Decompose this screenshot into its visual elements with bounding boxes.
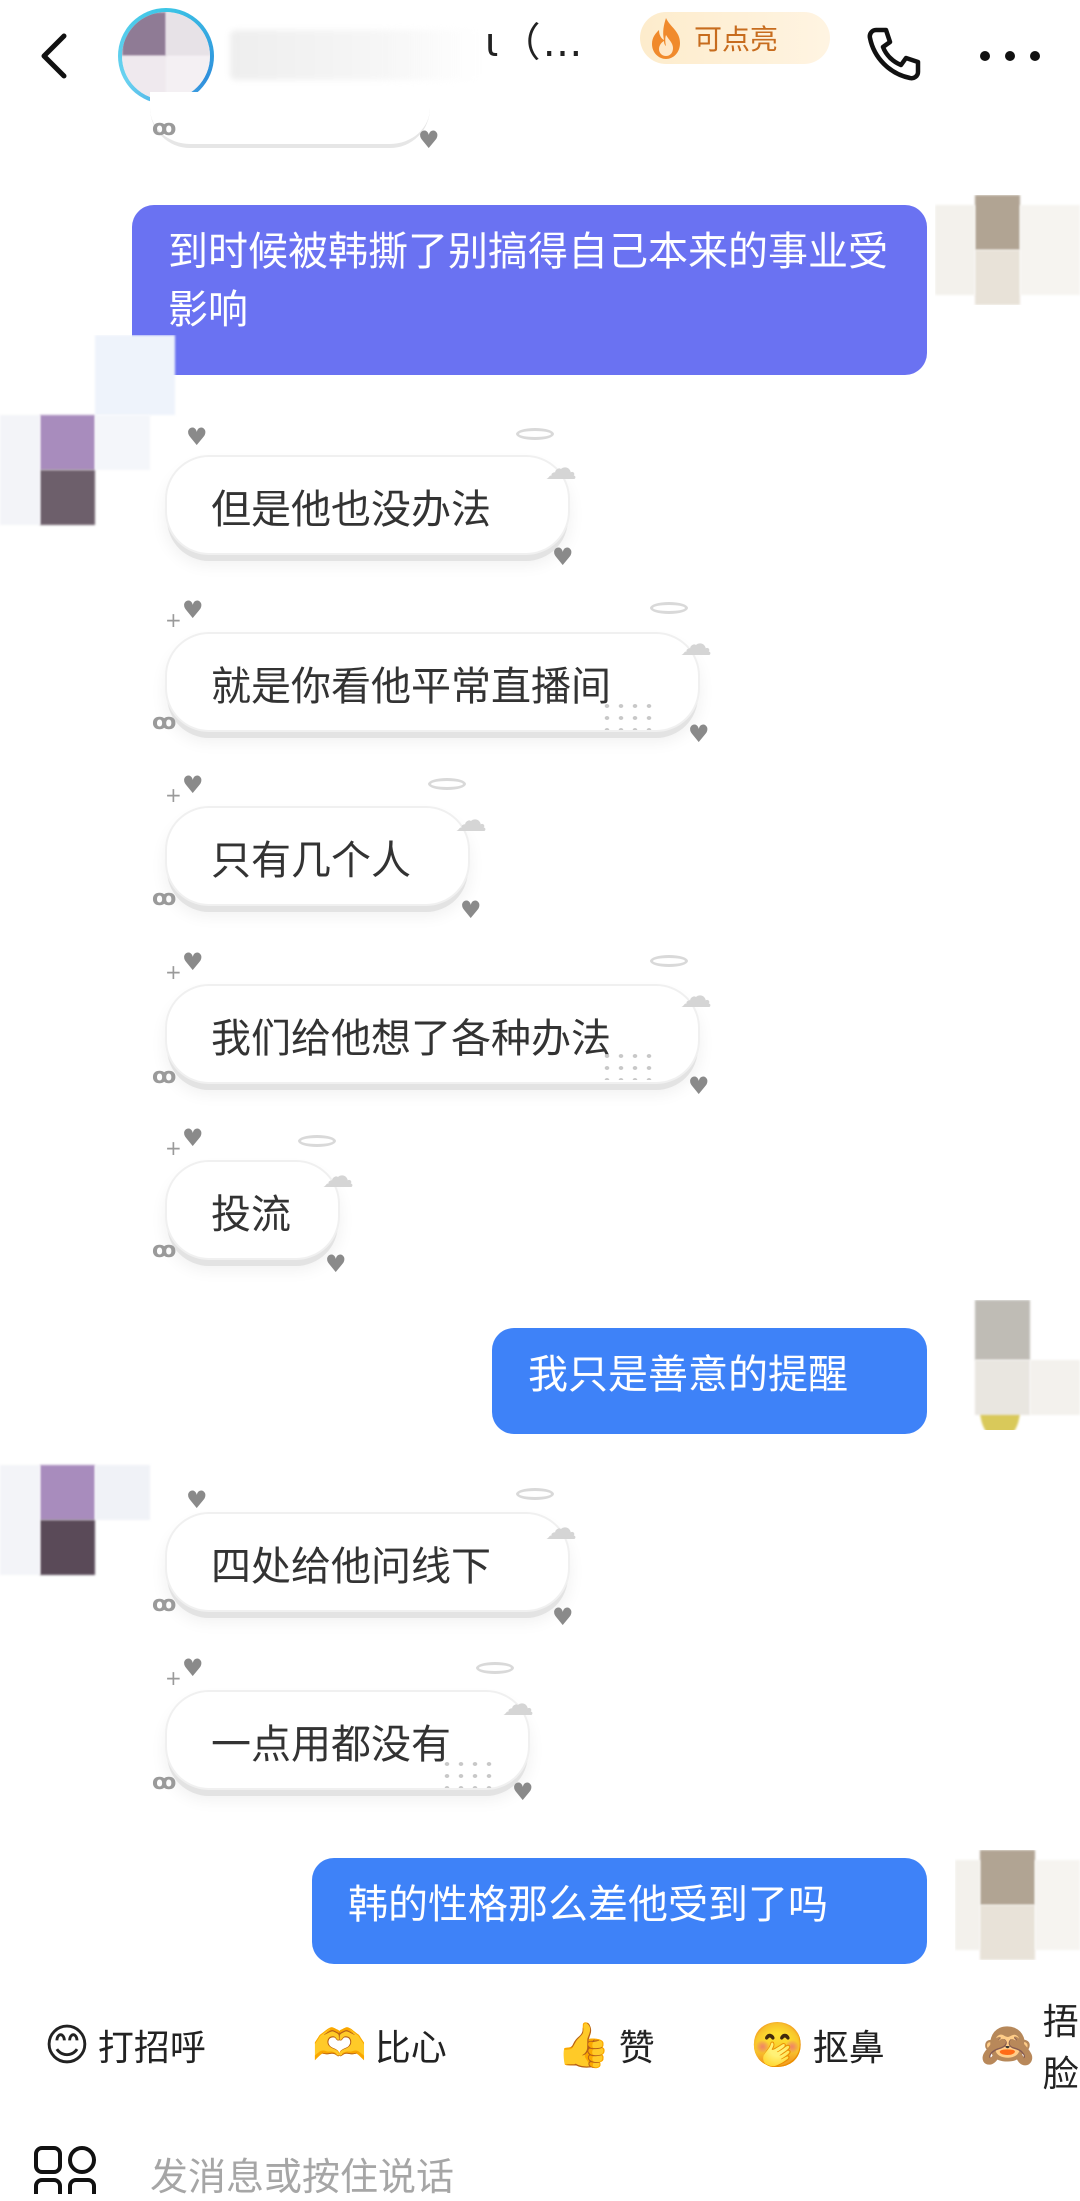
heart-decoration: ♥ — [552, 543, 574, 571]
bow-decoration: ꝏ — [152, 1064, 177, 1089]
heart-decoration: ♥ — [325, 1250, 347, 1278]
incoming-message[interactable]: 只有几个人 — [165, 806, 470, 906]
facepalm-icon: 🙈 — [980, 2020, 1035, 2071]
heart-decoration: ♥ — [688, 1072, 710, 1100]
dots-decoration — [600, 1050, 660, 1080]
heart-decoration: ♥ — [182, 1124, 204, 1152]
contact-name-mosaic — [230, 30, 480, 80]
dots-decoration — [440, 1758, 500, 1788]
quick-reply-bar: 😊 打招呼 🫶 比心 👍 赞 🤭 抠鼻 🙈 捂脸 — [0, 1975, 1080, 2105]
outgoing-message[interactable]: 我只是善意的提醒 — [492, 1328, 927, 1434]
apps-icon[interactable] — [32, 2144, 102, 2194]
dots-decoration — [600, 700, 660, 730]
quick-reply-facepalm[interactable]: 🙈 捂脸 — [980, 2002, 1080, 2095]
wing-decoration: ☁ — [680, 625, 712, 663]
incoming-message[interactable]: 但是他也没办法 — [165, 455, 570, 555]
bow-decoration: ꝏ — [152, 116, 177, 141]
heart-decoration: ♥ — [182, 596, 204, 624]
message-text: 只有几个人 — [211, 838, 411, 884]
halo-decoration — [516, 1488, 554, 1500]
contact-name[interactable]: ɩ（… — [485, 10, 585, 68]
bow-decoration: ꝏ — [152, 1592, 177, 1617]
quick-reply-like[interactable]: 👍 赞 — [556, 2015, 655, 2075]
message-text: 我只是善意的提醒 — [528, 1352, 848, 1398]
bow-decoration: ꝏ — [152, 886, 177, 911]
halo-decoration — [650, 955, 688, 967]
halo-decoration — [516, 428, 554, 440]
contact-avatar-left[interactable] — [0, 1455, 180, 1585]
heart-hands-icon: 🫶 — [312, 2020, 367, 2071]
message-text: 四处给他问线下 — [211, 1544, 491, 1590]
plus-decoration: + — [165, 960, 182, 984]
contact-avatar[interactable] — [118, 8, 214, 104]
heart-decoration: ♥ — [182, 771, 204, 799]
more-icon[interactable] — [980, 48, 1040, 64]
fire-icon — [652, 18, 680, 59]
heart-decoration: ♥ — [182, 948, 204, 976]
message-text: 韩的性格那么差他受到了吗 — [348, 1882, 828, 1928]
quick-reply-label: 打招呼 — [97, 2028, 206, 2069]
quick-reply-label: 比心 — [374, 2028, 447, 2069]
wing-decoration: ☁ — [680, 977, 712, 1015]
bow-decoration: ꝏ — [152, 1238, 177, 1263]
phone-icon[interactable] — [862, 22, 926, 86]
quick-reply-label: 抠鼻 — [812, 2028, 885, 2069]
bow-decoration: ꝏ — [152, 1770, 177, 1795]
wing-decoration: ☁ — [502, 1685, 534, 1723]
outgoing-message[interactable]: 到时候被韩撕了别搞得自己本来的事业受影响 — [132, 205, 927, 375]
heart-decoration: ♥ — [460, 896, 482, 924]
heart-decoration: ♥ — [512, 1778, 534, 1806]
heart-decoration: ♥ — [418, 126, 440, 154]
outgoing-message[interactable]: 韩的性格那么差他受到了吗 — [312, 1858, 927, 1964]
heart-decoration: ♥ — [688, 720, 710, 748]
smile-wave-icon: 😊 — [44, 2019, 90, 2071]
pick-nose-icon: 🤭 — [750, 2020, 805, 2071]
message-text: 一点用都没有 — [211, 1722, 451, 1768]
halo-decoration — [476, 1662, 514, 1674]
wing-decoration: ☁ — [322, 1157, 354, 1195]
halo-decoration — [650, 602, 688, 614]
message-text: 我们给他想了各种办法 — [211, 1016, 611, 1062]
bow-decoration: ꝏ — [152, 710, 177, 735]
message-text: 投流 — [211, 1192, 291, 1238]
light-up-badge[interactable]: 可点亮 — [640, 12, 830, 64]
light-up-label: 可点亮 — [694, 23, 779, 56]
message-input[interactable]: 发消息或按住说话 — [150, 2146, 454, 2201]
incoming-message[interactable]: 投流 — [165, 1160, 340, 1260]
halo-decoration — [298, 1135, 336, 1147]
message-text: 到时候被韩撕了别搞得自己本来的事业受影响 — [168, 229, 888, 333]
my-avatar[interactable] — [935, 195, 1080, 305]
wing-decoration: ☁ — [455, 801, 487, 839]
wing-decoration: ☁ — [545, 449, 577, 487]
heart-decoration: ♥ — [182, 1654, 204, 1682]
back-icon[interactable] — [30, 28, 80, 84]
message-text: 就是你看他平常直播间 — [211, 664, 611, 710]
heart-decoration: ♥ — [186, 423, 208, 451]
input-row: 发消息或按住说话 — [0, 2120, 1080, 2199]
plus-decoration: + — [165, 1136, 182, 1160]
quick-reply-pick-nose[interactable]: 🤭 抠鼻 — [750, 2015, 885, 2075]
quick-reply-label: 赞 — [618, 2028, 655, 2069]
heart-decoration: ♥ — [552, 1603, 574, 1631]
plus-decoration: + — [165, 608, 182, 632]
quick-reply-greet[interactable]: 😊 打招呼 — [44, 2015, 206, 2075]
contact-avatar-left[interactable] — [0, 335, 180, 535]
my-avatar[interactable] — [955, 1850, 1080, 1960]
thumbs-up-icon: 👍 — [556, 2020, 611, 2071]
quick-reply-label: 捂脸 — [1042, 2002, 1079, 2095]
heart-decoration: ♥ — [186, 1486, 208, 1514]
partial-message-bubble — [150, 92, 430, 148]
plus-decoration: + — [165, 783, 182, 807]
wing-decoration: ☁ — [545, 1509, 577, 1547]
incoming-message[interactable]: 四处给他问线下 — [165, 1512, 570, 1612]
plus-decoration: + — [165, 1666, 182, 1690]
my-avatar[interactable] — [950, 1300, 1080, 1430]
halo-decoration — [428, 778, 466, 790]
quick-reply-heart[interactable]: 🫶 比心 — [312, 2015, 447, 2075]
message-text: 但是他也没办法 — [211, 487, 491, 533]
